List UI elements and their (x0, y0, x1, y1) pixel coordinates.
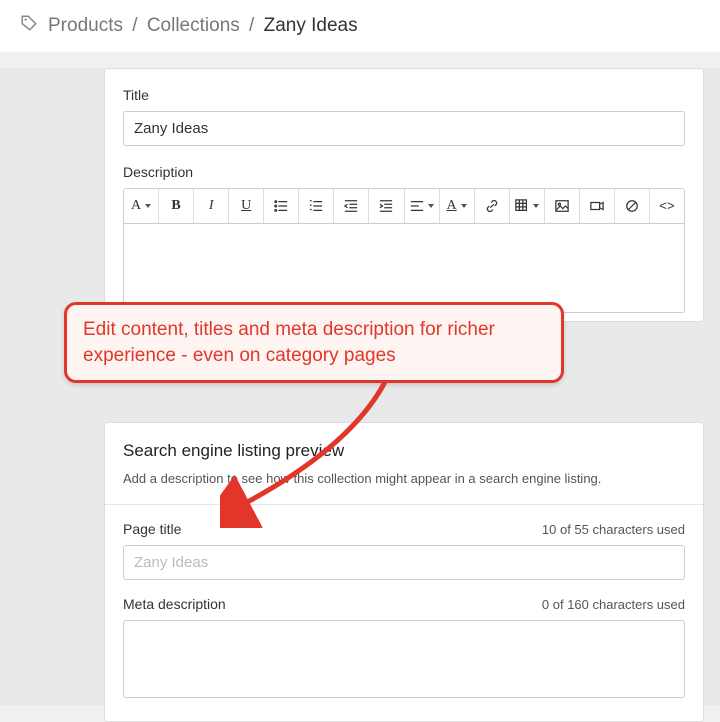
image-button[interactable] (545, 189, 580, 223)
clear-format-button[interactable] (615, 189, 650, 223)
text-color-dropdown[interactable]: A (440, 189, 475, 223)
editor-body[interactable] (124, 224, 684, 312)
edit-card: Title Description A B I U (104, 68, 704, 322)
editor-toolbar: A B I U A (124, 189, 684, 224)
numbered-list-button[interactable] (299, 189, 334, 223)
title-input[interactable] (123, 111, 685, 146)
outdent-button[interactable] (334, 189, 369, 223)
link-button[interactable] (475, 189, 510, 223)
breadcrumb-collections[interactable]: Collections (147, 15, 240, 37)
breadcrumb-bar: Products / Collections / Zany Ideas (0, 0, 720, 52)
page-title-input[interactable] (123, 545, 685, 580)
bullet-list-button[interactable] (264, 189, 299, 223)
breadcrumb-sep: / (244, 15, 260, 37)
divider (105, 504, 703, 505)
breadcrumb-sep: / (127, 15, 143, 37)
align-dropdown[interactable] (405, 189, 440, 223)
seo-card: Search engine listing preview Add a desc… (104, 422, 704, 722)
indent-button[interactable] (369, 189, 404, 223)
annotation-callout: Edit content, titles and meta descriptio… (64, 302, 564, 383)
description-label: Description (123, 164, 685, 180)
bold-button[interactable]: B (159, 189, 194, 223)
meta-description-label: Meta description (123, 596, 226, 612)
seo-subtext: Add a description to see how this collec… (123, 471, 685, 486)
page-title-char-count: 10 of 55 characters used (542, 522, 685, 537)
table-dropdown[interactable] (510, 189, 545, 223)
title-label: Title (123, 87, 685, 103)
breadcrumb-products[interactable]: Products (48, 15, 123, 37)
page-title-label: Page title (123, 521, 181, 537)
seo-heading: Search engine listing preview (123, 441, 685, 461)
video-button[interactable] (580, 189, 615, 223)
tag-icon (20, 14, 38, 38)
meta-description-input[interactable] (123, 620, 685, 698)
rich-text-editor: A B I U A (123, 188, 685, 313)
font-family-dropdown[interactable]: A (124, 189, 159, 223)
underline-button[interactable]: U (229, 189, 264, 223)
breadcrumb-current: Zany Ideas (264, 15, 358, 37)
meta-description-char-count: 0 of 160 characters used (542, 597, 685, 612)
italic-button[interactable]: I (194, 189, 229, 223)
code-view-button[interactable]: <> (650, 189, 684, 223)
